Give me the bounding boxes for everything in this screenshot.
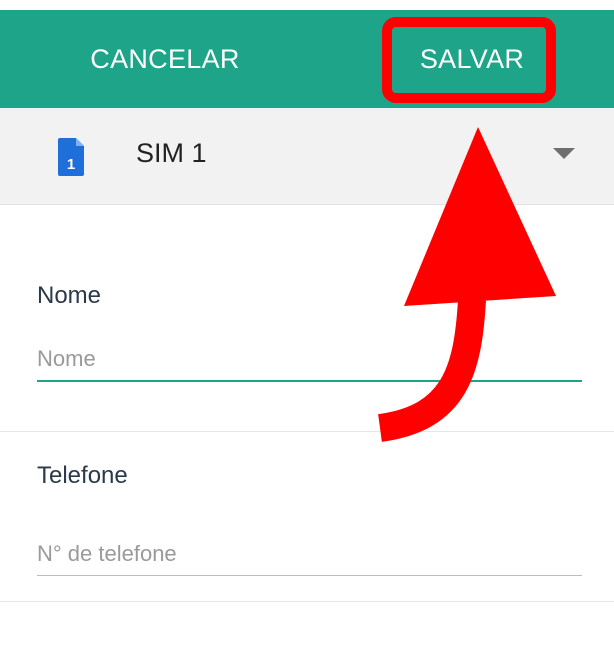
section-divider (0, 601, 614, 602)
phone-input[interactable] (37, 533, 582, 576)
phone-section-label: Telefone (37, 462, 128, 489)
top-action-bar: CANCELAR SALVAR (0, 10, 614, 108)
name-input[interactable] (37, 338, 582, 382)
save-button[interactable]: SALVAR (398, 10, 546, 108)
sim-selector-label: SIM 1 (136, 138, 207, 168)
sim-selector[interactable]: 1 SIM 1 (0, 108, 614, 205)
chevron-down-icon[interactable] (553, 148, 575, 159)
edit-contact-screen: CANCELAR SALVAR 1 SIM 1 Nome Telefone (0, 0, 614, 651)
sim-card-icon: 1 (58, 138, 84, 176)
cancel-button[interactable]: CANCELAR (70, 10, 260, 108)
name-section-label: Nome (37, 282, 102, 309)
sim-card-number: 1 (67, 156, 75, 173)
section-divider (0, 431, 614, 432)
